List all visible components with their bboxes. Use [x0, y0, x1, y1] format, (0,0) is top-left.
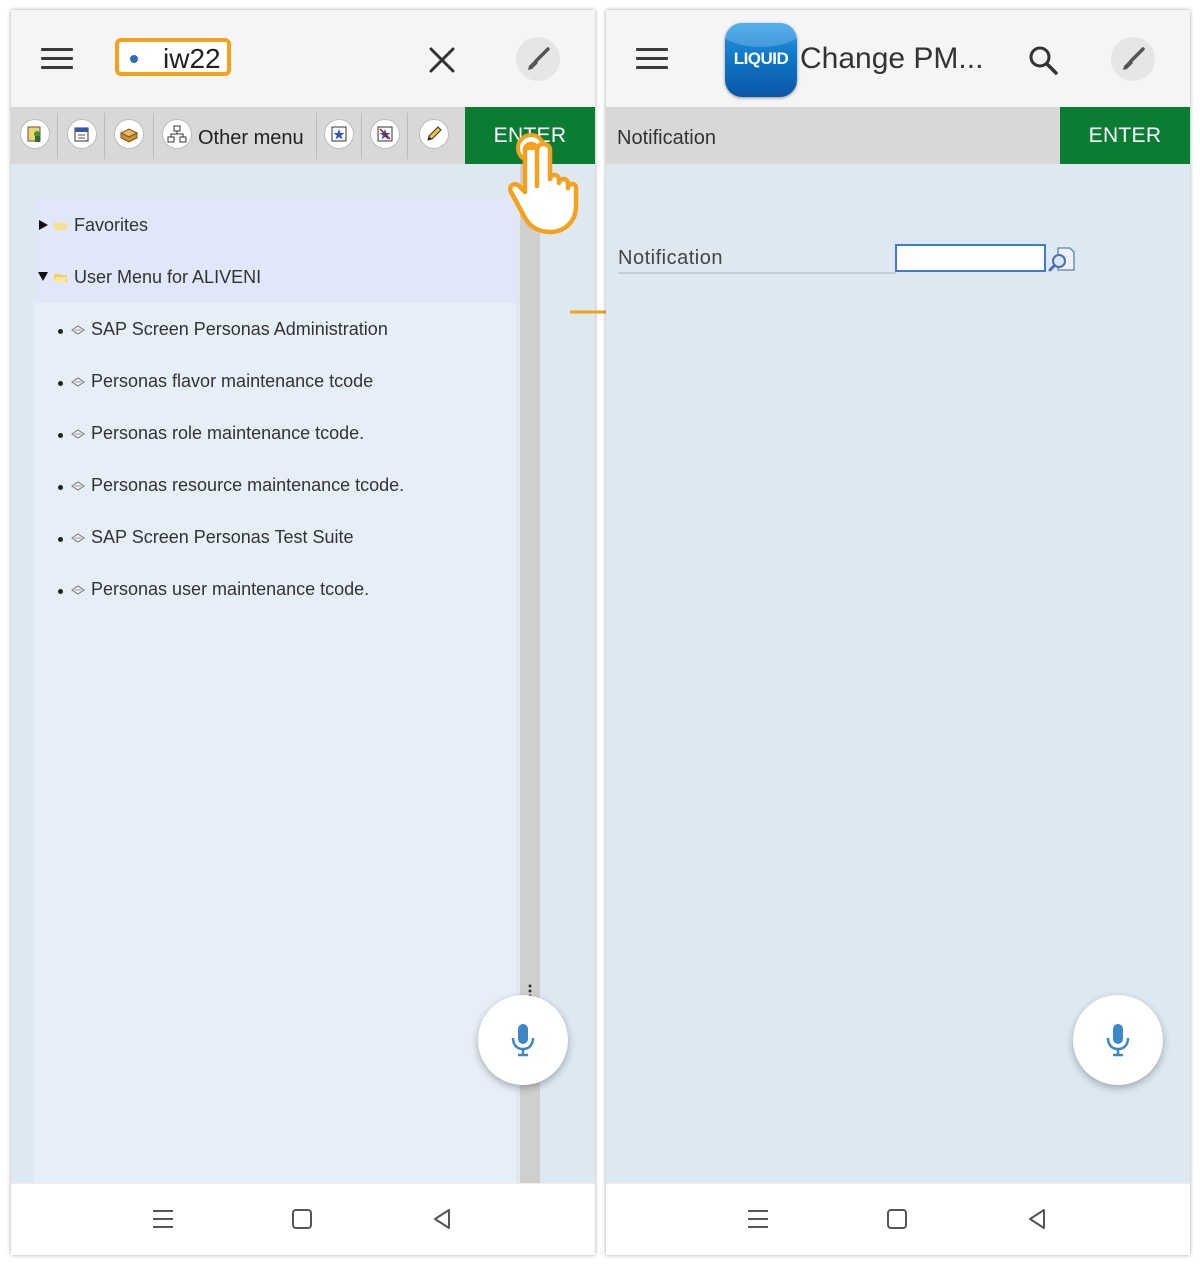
tree-item-label: Personas user maintenance tcode. — [91, 579, 370, 599]
back-icon[interactable] — [431, 1208, 453, 1230]
tree-item-test-suite[interactable]: SAP Screen Personas Test Suite — [34, 518, 516, 558]
toolbar-edit-document-icon[interactable] — [67, 119, 97, 149]
enter-button[interactable]: ENTER — [1060, 107, 1190, 164]
user-menu-tree: Favorites User Menu for ALIVENI SAP Scre… — [34, 198, 516, 1183]
notification-label: Notification — [618, 247, 723, 269]
transaction-icon — [71, 533, 85, 543]
section-toolbar: Notification ENTER — [606, 107, 1190, 164]
home-icon[interactable] — [291, 1208, 313, 1230]
brush-icon — [528, 47, 550, 70]
section-title: Notification — [617, 127, 716, 149]
hamburger-menu-icon[interactable] — [41, 48, 73, 70]
microphone-icon — [1106, 1024, 1130, 1057]
transaction-icon — [71, 429, 85, 439]
toolbar-pencil-icon[interactable] — [419, 119, 449, 149]
tree-item-label: Personas flavor maintenance tcode — [91, 371, 374, 391]
toolbar-delete-favorite-icon[interactable] — [370, 119, 400, 149]
toolbar-create-favorite-icon[interactable] — [324, 119, 354, 149]
screen-title: Change PM... — [800, 42, 984, 75]
personas-brush-button[interactable] — [1111, 37, 1155, 81]
tcode-input[interactable]: iw22 — [115, 38, 231, 76]
tree-item-personas-admin[interactable]: SAP Screen Personas Administration — [34, 310, 516, 350]
logo-text: LIQUID — [733, 49, 789, 68]
home-icon[interactable] — [886, 1208, 908, 1230]
close-icon[interactable] — [429, 47, 455, 73]
search-icon[interactable] — [1028, 45, 1058, 75]
android-nav-bar — [606, 1183, 1190, 1255]
tree-item-label: Personas role maintenance tcode. — [91, 423, 365, 443]
notification-input[interactable] — [895, 244, 1046, 272]
recent-apps-icon[interactable] — [152, 1208, 174, 1230]
back-icon[interactable] — [1026, 1208, 1048, 1230]
tap-hand-icon — [508, 133, 579, 235]
folder-icon — [54, 222, 67, 230]
voice-input-button[interactable] — [478, 995, 568, 1085]
tree-item-user-maintenance[interactable]: Personas user maintenance tcode. — [34, 570, 516, 610]
other-menu-button[interactable]: Other menu — [198, 127, 304, 150]
transaction-icon — [71, 481, 85, 491]
microphone-icon — [511, 1024, 535, 1057]
toolbar-package-icon[interactable] — [114, 119, 144, 149]
transaction-icon — [71, 325, 85, 335]
tree-node-label: Favorites — [74, 215, 149, 235]
hamburger-menu-icon[interactable] — [636, 48, 668, 70]
app-header: LIQUID Change PM... — [606, 10, 1190, 107]
open-folder-icon — [54, 274, 67, 282]
app-header: iw22 — [11, 10, 595, 107]
tree-item-label: SAP Screen Personas Test Suite — [91, 527, 354, 547]
tcode-value: iw22 — [163, 43, 221, 74]
android-nav-bar — [11, 1183, 595, 1255]
transaction-icon — [71, 585, 85, 595]
tree-item-label: SAP Screen Personas Administration — [91, 319, 388, 339]
tree-item-resource-maintenance[interactable]: Personas resource maintenance tcode. — [34, 466, 516, 506]
right-phone-screen: LIQUID Change PM... Notification ENTER N… — [606, 10, 1190, 1255]
brush-icon — [1123, 47, 1145, 70]
tree-item-label: Personas resource maintenance tcode. — [91, 475, 405, 495]
field-underline — [618, 272, 896, 274]
tree-item-role-maintenance[interactable]: Personas role maintenance tcode. — [34, 414, 516, 454]
tree-node-favorites[interactable]: Favorites — [34, 206, 516, 246]
liquid-logo: LIQUID — [725, 23, 797, 97]
expand-triangle-icon — [39, 220, 48, 230]
transaction-icon — [71, 377, 85, 387]
toolbar-person-icon[interactable] — [20, 119, 50, 149]
personas-brush-button[interactable] — [516, 37, 560, 81]
tree-node-user-menu[interactable]: User Menu for ALIVENI — [34, 258, 516, 298]
tree-item-flavor-maintenance[interactable]: Personas flavor maintenance tcode — [34, 362, 516, 402]
status-dot-icon — [130, 55, 138, 63]
value-help-search-icon[interactable] — [1048, 246, 1076, 272]
toolbar-org-chart-icon[interactable] — [162, 119, 192, 149]
recent-apps-icon[interactable] — [747, 1208, 769, 1230]
tree-node-label: User Menu for ALIVENI — [74, 267, 262, 287]
collapse-triangle-icon — [38, 272, 48, 281]
voice-input-button[interactable] — [1073, 995, 1163, 1085]
